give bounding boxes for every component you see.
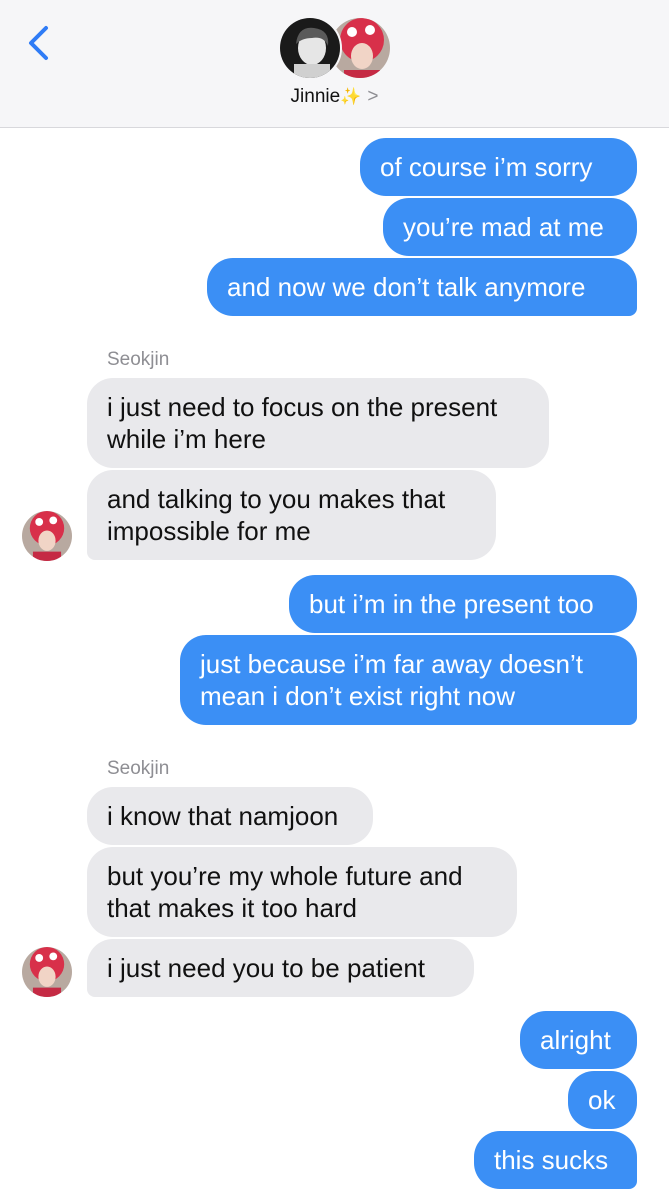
message-text-line: just because i’m far away doesn’t <box>200 649 583 679</box>
message-text-line: impossible for me <box>107 516 311 546</box>
sender-name: Seokjin <box>107 349 170 370</box>
message-text: this sucks <box>494 1145 609 1175</box>
message-text: and now we don’t talk anymore <box>227 272 586 302</box>
message-bubble-outgoing[interactable]: but i’m in the present too <box>289 575 637 633</box>
sparkles-icon: ✨ <box>340 87 362 106</box>
message-text-line: i just need to focus on the present <box>107 392 498 422</box>
message-bubble-outgoing[interactable]: this sucks <box>474 1131 637 1189</box>
message-text: i just need you to be patient <box>107 953 426 983</box>
contact-name: Jinnie <box>290 86 341 107</box>
message-bubble-outgoing[interactable]: ok <box>568 1071 637 1129</box>
message-bubble-incoming[interactable]: i know that namjoon <box>87 787 373 845</box>
message-text: of course i’m sorry <box>380 152 593 182</box>
message-text: ok <box>588 1085 616 1115</box>
sender-avatar[interactable] <box>22 511 72 561</box>
group-avatars[interactable] <box>278 16 392 80</box>
message-text-line: that makes it too hard <box>107 893 358 923</box>
message-bubble-incoming[interactable]: but you’re my whole future and that make… <box>87 847 517 937</box>
message-text: but i’m in the present too <box>309 589 594 619</box>
message-text: i know that namjoon <box>107 801 339 831</box>
message-text: alright <box>540 1025 611 1055</box>
conversation-header: Jinnie✨ > <box>0 0 669 128</box>
message-bubble-outgoing[interactable]: just because i’m far away doesn’t mean i… <box>180 635 637 725</box>
message-text-line: but you’re my whole future and <box>107 861 463 891</box>
message-bubble-outgoing[interactable]: you’re mad at me <box>383 198 637 256</box>
avatar <box>278 16 342 80</box>
message-bubble-incoming[interactable]: and talking to you makes that impossible… <box>87 470 496 560</box>
message-text-line: and talking to you makes that <box>107 484 446 514</box>
chevron-right-icon: > <box>367 86 379 107</box>
message-text-line: while i’m here <box>107 424 266 454</box>
chevron-left-icon <box>29 26 48 60</box>
message-bubble-outgoing[interactable]: and now we don’t talk anymore <box>207 258 637 316</box>
message-bubble-incoming[interactable]: i just need you to be patient <box>87 939 474 997</box>
sender-name: Seokjin <box>107 758 170 779</box>
message-bubble-outgoing[interactable]: of course i’m sorry <box>360 138 637 196</box>
back-button[interactable] <box>24 24 52 62</box>
message-bubble-outgoing[interactable]: alright <box>520 1011 637 1069</box>
message-text: you’re mad at me <box>403 212 604 242</box>
sender-avatar[interactable] <box>22 947 72 997</box>
contact-name-button[interactable]: Jinnie✨ > <box>0 86 669 108</box>
message-bubble-incoming[interactable]: i just need to focus on the present whil… <box>87 378 549 468</box>
message-text-line: mean i don’t exist right now <box>200 681 516 711</box>
